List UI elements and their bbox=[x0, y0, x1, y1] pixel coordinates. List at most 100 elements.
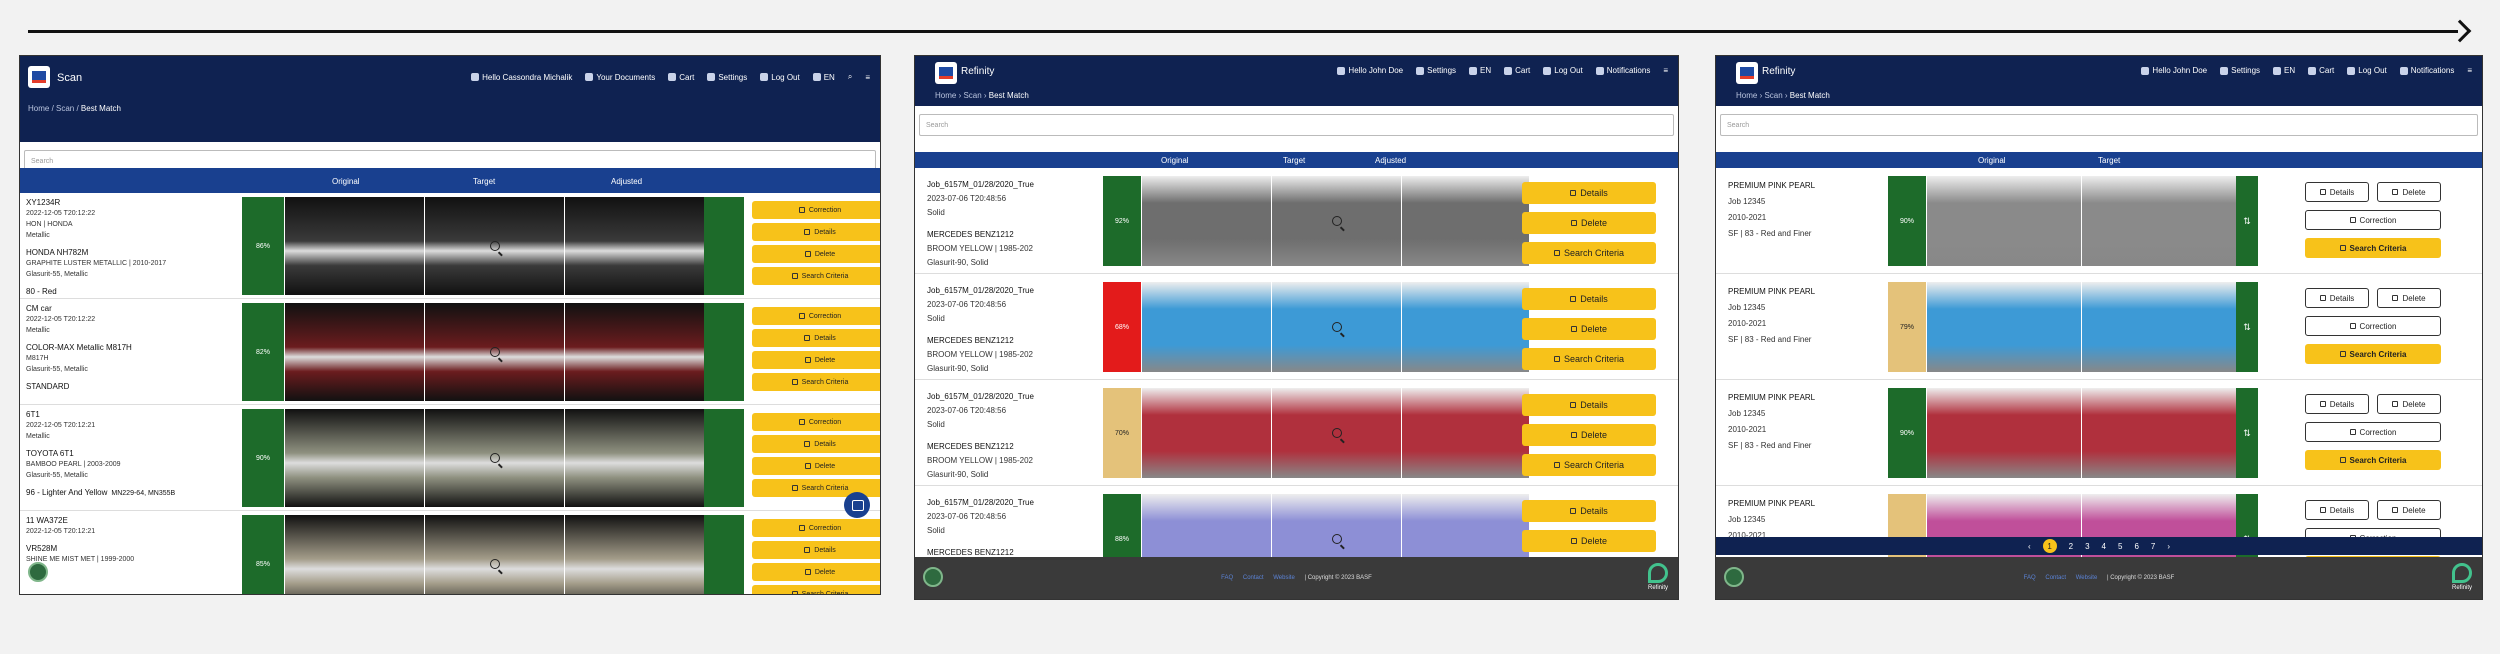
page-2[interactable]: 2 bbox=[2069, 542, 2073, 551]
correction-button[interactable]: Correction bbox=[2305, 422, 2441, 442]
correction-button[interactable]: Correction bbox=[752, 413, 880, 431]
magnify-icon[interactable] bbox=[1331, 428, 1342, 438]
correction-button[interactable]: Correction bbox=[752, 201, 880, 219]
nav-logout[interactable]: Log Out bbox=[2347, 66, 2387, 75]
nav-logout[interactable]: Log Out bbox=[1543, 66, 1583, 75]
delete-button[interactable]: Delete bbox=[2377, 182, 2441, 202]
search-criteria-button[interactable]: Search Criteria bbox=[2305, 450, 2441, 470]
page-7[interactable]: 7 bbox=[2151, 542, 2155, 551]
magnify-icon[interactable] bbox=[1331, 534, 1342, 544]
nav-notifications[interactable]: Notifications bbox=[1595, 66, 1650, 75]
delete-button[interactable]: Delete bbox=[752, 351, 880, 369]
nav-notifications[interactable]: Notifications bbox=[2399, 66, 2454, 75]
original-swatch[interactable] bbox=[284, 409, 424, 507]
magnify-icon[interactable] bbox=[489, 453, 500, 463]
nav-settings[interactable]: Settings bbox=[1416, 66, 1456, 75]
search-criteria-button[interactable]: Search Criteria bbox=[752, 373, 880, 391]
adjust-sliders-icon[interactable]: ⇅ bbox=[2236, 282, 2258, 372]
search-criteria-button[interactable]: Search Criteria bbox=[2305, 238, 2441, 258]
details-button[interactable]: Details bbox=[2305, 394, 2369, 414]
crumb-home[interactable]: Home bbox=[1736, 91, 1757, 100]
adjust-sliders-icon[interactable]: ⇅ bbox=[2236, 176, 2258, 266]
magnify-icon[interactable] bbox=[489, 347, 500, 357]
delete-button[interactable]: Delete bbox=[2377, 500, 2441, 520]
target-swatch[interactable] bbox=[424, 197, 564, 295]
correction-button[interactable]: Correction bbox=[752, 307, 880, 325]
adjusted-swatch[interactable] bbox=[1401, 176, 1529, 266]
menu-icon[interactable]: ≡ bbox=[2467, 66, 2472, 75]
search-criteria-button[interactable]: Search Criteria bbox=[1522, 454, 1656, 476]
search-criteria-button[interactable]: Search Criteria bbox=[752, 585, 880, 594]
target-swatch[interactable] bbox=[2081, 282, 2236, 372]
target-swatch[interactable] bbox=[424, 515, 564, 594]
target-swatch[interactable] bbox=[424, 409, 564, 507]
correction-button[interactable]: Correction bbox=[752, 519, 880, 537]
nav-user[interactable]: Hello Cassondra Michalik bbox=[471, 73, 572, 82]
delete-button[interactable]: Delete bbox=[752, 245, 880, 263]
search-icon[interactable]: ⌕ bbox=[848, 72, 852, 82]
details-button[interactable]: Details bbox=[752, 223, 880, 241]
adjusted-swatch[interactable] bbox=[564, 409, 704, 507]
nav-settings[interactable]: Settings bbox=[2220, 66, 2260, 75]
menu-icon[interactable]: ≡ bbox=[1663, 66, 1668, 75]
nav-cart[interactable]: Cart bbox=[1504, 66, 1530, 75]
nav-cart[interactable]: Cart bbox=[2308, 66, 2334, 75]
details-button[interactable]: Details bbox=[1522, 500, 1656, 522]
target-swatch[interactable] bbox=[1271, 176, 1401, 266]
details-button[interactable]: Details bbox=[2305, 500, 2369, 520]
footer-link-faq[interactable]: FAQ bbox=[1221, 575, 1233, 581]
original-swatch[interactable] bbox=[1141, 282, 1271, 372]
details-button[interactable]: Details bbox=[1522, 182, 1656, 204]
delete-button[interactable]: Delete bbox=[1522, 318, 1656, 340]
details-button[interactable]: Details bbox=[752, 329, 880, 347]
magnify-icon[interactable] bbox=[489, 559, 500, 569]
target-swatch[interactable] bbox=[1271, 282, 1401, 372]
footer-link-contact[interactable]: Contact bbox=[2045, 575, 2066, 581]
nav-cart[interactable]: Cart bbox=[668, 73, 694, 82]
page-3[interactable]: 3 bbox=[2085, 542, 2089, 551]
correction-button[interactable]: Correction bbox=[2305, 316, 2441, 336]
page-6[interactable]: 6 bbox=[2134, 542, 2138, 551]
original-swatch[interactable] bbox=[1141, 176, 1271, 266]
crumb-scan[interactable]: Scan bbox=[963, 91, 981, 100]
adjusted-swatch[interactable] bbox=[564, 515, 704, 594]
page-1[interactable]: 1 bbox=[2042, 539, 2057, 553]
delete-button[interactable]: Delete bbox=[752, 457, 880, 475]
nav-logout[interactable]: Log Out bbox=[760, 73, 800, 82]
crumb-scan[interactable]: Scan bbox=[56, 104, 74, 113]
delete-button[interactable]: Delete bbox=[2377, 288, 2441, 308]
page-4[interactable]: 4 bbox=[2102, 542, 2106, 551]
nav-language[interactable]: EN bbox=[1469, 66, 1491, 75]
search-criteria-button[interactable]: Search Criteria bbox=[2305, 344, 2441, 364]
crumb-home[interactable]: Home bbox=[28, 104, 49, 113]
footer-link-website[interactable]: Website bbox=[2076, 575, 2098, 581]
details-button[interactable]: Details bbox=[2305, 288, 2369, 308]
next-page-icon[interactable]: › bbox=[2167, 542, 2170, 551]
menu-icon[interactable]: ≡ bbox=[865, 73, 870, 82]
target-swatch[interactable] bbox=[2081, 176, 2236, 266]
prev-page-icon[interactable]: ‹ bbox=[2028, 542, 2031, 551]
footer-link-website[interactable]: Website bbox=[1273, 575, 1295, 581]
adjusted-swatch[interactable] bbox=[564, 303, 704, 401]
nav-documents[interactable]: Your Documents bbox=[585, 73, 655, 82]
correction-button[interactable]: Correction bbox=[2305, 210, 2441, 230]
original-swatch[interactable] bbox=[1926, 282, 2081, 372]
details-button[interactable]: Details bbox=[752, 435, 880, 453]
page-5[interactable]: 5 bbox=[2118, 542, 2122, 551]
crumb-scan[interactable]: Scan bbox=[1764, 91, 1782, 100]
chat-button[interactable] bbox=[844, 492, 870, 518]
adjust-sliders-icon[interactable]: ⇅ bbox=[2236, 388, 2258, 478]
search-input[interactable]: Search bbox=[919, 114, 1674, 136]
details-button[interactable]: Details bbox=[1522, 288, 1656, 310]
search-input[interactable]: Search bbox=[1720, 114, 2478, 136]
details-button[interactable]: Details bbox=[752, 541, 880, 559]
details-button[interactable]: Details bbox=[1522, 394, 1656, 416]
crumb-home[interactable]: Home bbox=[935, 91, 956, 100]
search-criteria-button[interactable]: Search Criteria bbox=[1522, 348, 1656, 370]
magnify-icon[interactable] bbox=[489, 241, 500, 251]
original-swatch[interactable] bbox=[284, 197, 424, 295]
footer-link-faq[interactable]: FAQ bbox=[2024, 575, 2036, 581]
search-criteria-button[interactable]: Search Criteria bbox=[1522, 242, 1656, 264]
adjusted-swatch[interactable] bbox=[564, 197, 704, 295]
delete-button[interactable]: Delete bbox=[752, 563, 880, 581]
